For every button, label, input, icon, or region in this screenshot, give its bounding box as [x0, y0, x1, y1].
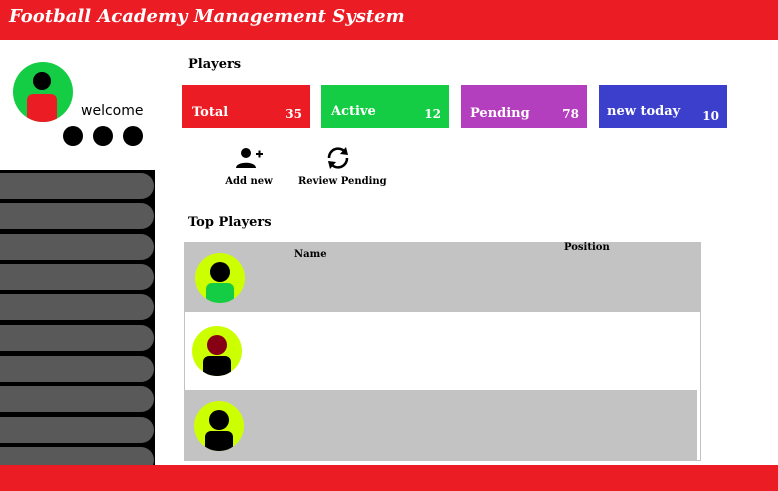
stat-value: 12	[424, 107, 441, 121]
stat-card-total[interactable]: Total 35	[182, 85, 310, 128]
player-avatar	[194, 401, 244, 451]
sidebar-item[interactable]	[0, 173, 154, 199]
sidebar-item[interactable]	[0, 234, 154, 260]
sidebar-item[interactable]	[0, 264, 154, 290]
welcome-text: welcome	[81, 103, 144, 119]
stat-card-pending[interactable]: Pending 78	[461, 85, 587, 128]
avatar-body	[203, 356, 231, 376]
sidebar-item[interactable]	[0, 294, 154, 320]
table-row[interactable]	[185, 390, 697, 460]
stat-value: 10	[702, 109, 719, 123]
refresh-icon	[327, 147, 349, 169]
avatar-body	[205, 431, 233, 451]
app-header: Football Academy Management System	[0, 0, 778, 40]
players-section-title: Players	[188, 57, 242, 72]
sidebar-item[interactable]	[0, 417, 154, 443]
add-new-label: Add new	[225, 176, 273, 187]
add-new-button[interactable]: Add new	[225, 146, 273, 187]
avatar-head	[210, 262, 230, 282]
stat-card-new-today[interactable]: new today 10	[599, 85, 727, 128]
avatar-body	[27, 94, 57, 122]
sidebar-item[interactable]	[0, 203, 154, 229]
sidebar-item[interactable]	[0, 386, 154, 412]
app-footer	[0, 465, 778, 491]
stat-value: 35	[285, 107, 302, 121]
sidebar-item[interactable]	[0, 356, 154, 382]
sidebar	[0, 170, 155, 473]
menu-dot-icon[interactable]	[123, 126, 143, 146]
stat-card-active[interactable]: Active 12	[321, 85, 449, 128]
column-header-position: Position	[564, 242, 610, 253]
avatar-head	[209, 410, 229, 430]
column-header-name: Name	[294, 249, 327, 260]
stat-label: Total	[192, 105, 229, 120]
stat-label: Pending	[470, 106, 530, 121]
stat-label: new today	[607, 104, 681, 119]
sidebar-item[interactable]	[0, 325, 154, 351]
app-title: Football Academy Management System	[9, 6, 405, 27]
menu-dot-icon[interactable]	[93, 126, 113, 146]
review-pending-label: Review Pending	[298, 176, 387, 187]
avatar-body	[206, 283, 234, 303]
profile-avatar[interactable]	[13, 62, 73, 122]
review-pending-button[interactable]: Review Pending	[298, 146, 387, 187]
player-avatar	[195, 253, 245, 303]
table-row[interactable]	[185, 312, 700, 390]
menu-dot-icon[interactable]	[63, 126, 83, 146]
avatar-head	[33, 72, 51, 90]
table-row[interactable]: Name Position	[185, 242, 700, 312]
stat-value: 78	[562, 107, 579, 121]
top-players-table: Name Position	[184, 242, 701, 461]
stat-label: Active	[331, 104, 376, 119]
avatar-head	[207, 335, 227, 355]
top-players-title: Top Players	[188, 215, 272, 230]
add-user-icon	[236, 148, 263, 168]
player-avatar	[192, 326, 242, 376]
